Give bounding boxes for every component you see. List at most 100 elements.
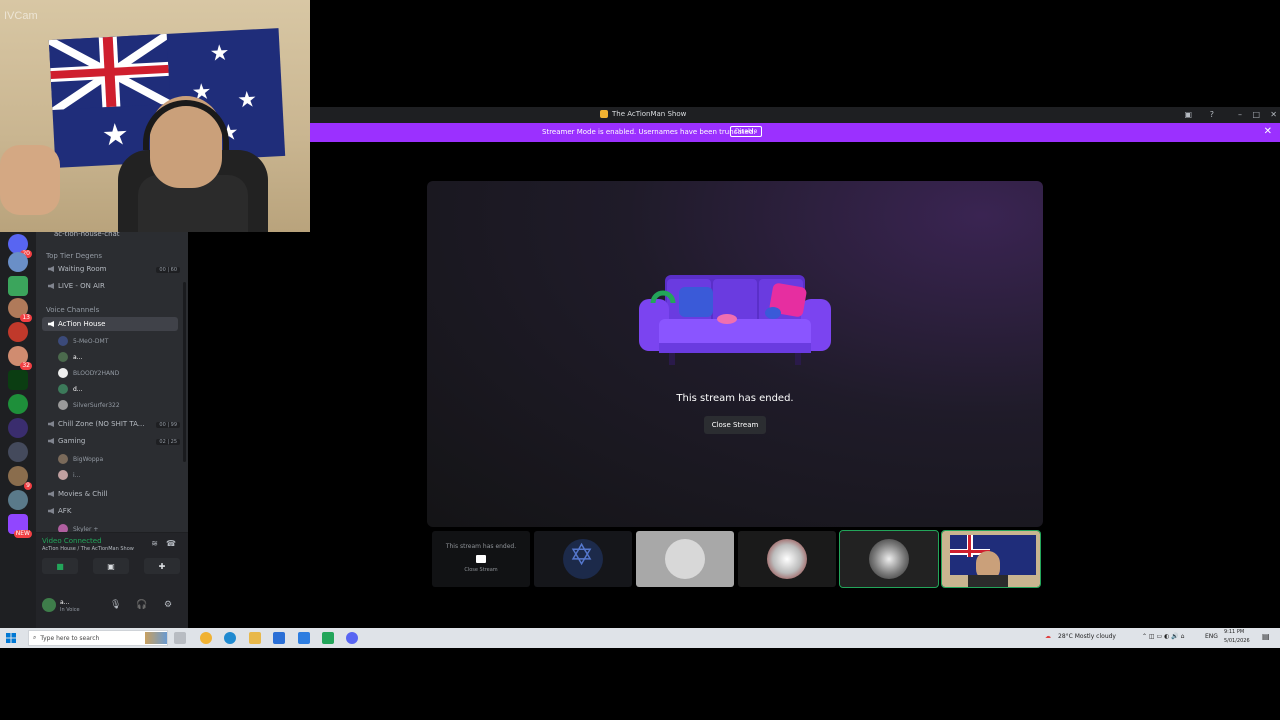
participant-tile[interactable] [839, 530, 939, 588]
inbox-icon[interactable]: ▣ [1184, 110, 1192, 119]
search-placeholder: Type here to search [40, 634, 100, 642]
speaker-icon [48, 438, 54, 444]
notifications-icon[interactable]: ▤ [1262, 632, 1270, 641]
server-icon[interactable] [8, 370, 28, 390]
server-icon[interactable]: 20 [8, 234, 32, 258]
user-status: In Voice [60, 607, 80, 613]
disable-streamer-mode-button[interactable]: Disable [730, 126, 763, 137]
store-icon[interactable] [273, 632, 285, 644]
stream-stage: This stream has ended. Close Stream This… [310, 142, 1280, 628]
participant-tile[interactable] [738, 531, 836, 587]
lock-speaker-icon [48, 283, 54, 289]
avatar [869, 539, 909, 579]
avatar [58, 400, 68, 410]
chrome-icon[interactable] [200, 632, 212, 644]
discord-icon[interactable] [346, 632, 358, 644]
channel-waiting-room[interactable]: Waiting Room [48, 265, 106, 273]
close-window-icon[interactable]: ✕ [1270, 110, 1277, 119]
speaker-icon [48, 508, 54, 514]
channel-movies[interactable]: Movies & Chill [48, 490, 107, 498]
thumb-ended-text: This stream has ended. [445, 543, 517, 550]
username: a... [60, 599, 70, 606]
category-voice-channels[interactable]: Voice Channels [46, 306, 99, 314]
task-view-icon[interactable] [174, 632, 186, 644]
activities-button[interactable]: ✚ [144, 558, 180, 574]
voice-status-title: Video Connected [42, 537, 102, 545]
windows-start-icon[interactable] [6, 633, 16, 643]
server-icon[interactable]: 32 [8, 346, 32, 370]
channel-afk[interactable]: AFK [48, 507, 71, 515]
twitch-icon[interactable]: NEW [8, 514, 32, 538]
voice-member[interactable]: a... [58, 352, 82, 362]
voice-member[interactable]: BigWoppa [58, 454, 103, 464]
server-icon[interactable] [8, 394, 28, 414]
channel-list: ac-tion-house-chat Top Tier Degens Waiti… [36, 232, 188, 628]
avatar[interactable] [42, 598, 56, 612]
server-icon[interactable] [8, 322, 28, 342]
screen: ★ ★ ★ ★ ★ IVCam 20 13 32 9 NEW ac-tion-h… [0, 0, 1280, 720]
activities-icon: ✚ [158, 561, 166, 571]
voice-member[interactable]: SilverSurfer322 [58, 400, 120, 410]
couch-illustration [639, 275, 831, 365]
maximize-icon[interactable]: □ [1252, 110, 1260, 119]
clock-time[interactable]: 9:11 PM [1224, 629, 1244, 635]
search-icon: ⌕ [33, 634, 37, 641]
voice-status-subtitle[interactable]: AcTion House / The AcTionMan Show [42, 546, 134, 552]
server-icon[interactable] [8, 490, 28, 510]
noise-suppression-icon[interactable]: ≋ [151, 539, 158, 548]
microphone-icon[interactable]: 🎙 [110, 600, 121, 610]
avatar [58, 384, 68, 394]
server-icon[interactable] [8, 442, 28, 462]
edge-icon[interactable] [224, 632, 236, 644]
participant-tile[interactable]: This stream has ended. Close Stream [432, 531, 530, 587]
voice-member[interactable]: BLOODY2HAND [58, 368, 119, 378]
headphones-icon[interactable]: 🎧 [136, 600, 147, 610]
avatar [58, 352, 68, 362]
speaker-icon [48, 491, 54, 497]
user-limit-badge: 00 | 60 [156, 267, 180, 273]
pentagram-icon: ✡ [569, 538, 595, 573]
participant-tile[interactable]: ✡ [534, 531, 632, 587]
language-indicator[interactable]: ENG [1205, 633, 1218, 640]
voice-connection-panel: Video Connected AcTion House / The AcTio… [36, 532, 188, 578]
help-icon[interactable]: ? [1210, 110, 1214, 119]
close-stream-button[interactable]: Close Stream [704, 416, 766, 434]
server-icon[interactable]: 13 [8, 298, 32, 322]
participant-tile-webcam[interactable] [941, 530, 1041, 588]
screen-share-icon: ▣ [107, 561, 115, 571]
avatar [58, 454, 68, 464]
stream-ended-card: This stream has ended. Close Stream [427, 181, 1043, 527]
clock-date[interactable]: 5/01/2026 [1224, 638, 1250, 644]
category-top-tier[interactable]: Top Tier Degens [46, 252, 102, 260]
voice-member[interactable]: 5-MeO-DMT [58, 336, 108, 346]
channel-chill-zone[interactable]: Chill Zone (NO SHIT TA... [48, 420, 144, 428]
channel-gaming[interactable]: Gaming [48, 437, 85, 445]
server-icon[interactable] [8, 252, 28, 272]
mail-icon[interactable] [298, 632, 310, 644]
taskbar-search-box[interactable]: ⌕ Type here to search [28, 630, 168, 646]
system-tray-icons[interactable]: ⌃ ◫ ▭ ◐ 🔊 ⌂ [1142, 633, 1184, 640]
monitor-icon [476, 555, 486, 563]
scrollbar[interactable] [183, 282, 186, 462]
disconnect-icon[interactable]: ☎ [166, 539, 176, 548]
channel-action-house[interactable]: AcTion House [42, 317, 178, 331]
close-banner-icon[interactable]: ✕ [1264, 126, 1272, 137]
participant-tile[interactable] [636, 531, 734, 587]
user-limit-badge: 00 | 99 [156, 422, 180, 428]
channel-top[interactable]: ac-tion-house-chat [54, 232, 120, 238]
minimize-icon[interactable]: – [1238, 110, 1242, 119]
channel-live-on-air[interactable]: LIVE - ON AIR [48, 282, 105, 290]
screen-share-button[interactable]: ▣ [93, 558, 129, 574]
avatar [767, 539, 807, 579]
server-icon[interactable]: 9 [8, 466, 32, 490]
voice-member[interactable]: d... [58, 384, 83, 394]
avatar [58, 368, 68, 378]
weather-text[interactable]: 28°C Mostly cloudy [1058, 633, 1116, 640]
settings-icon[interactable]: ⚙ [164, 600, 172, 610]
file-explorer-icon[interactable] [249, 632, 261, 644]
app-icon[interactable] [322, 632, 334, 644]
server-icon[interactable] [8, 418, 28, 438]
server-icon[interactable] [8, 276, 28, 296]
camera-button[interactable]: ■ [42, 558, 78, 574]
voice-member[interactable]: i... [58, 470, 80, 480]
